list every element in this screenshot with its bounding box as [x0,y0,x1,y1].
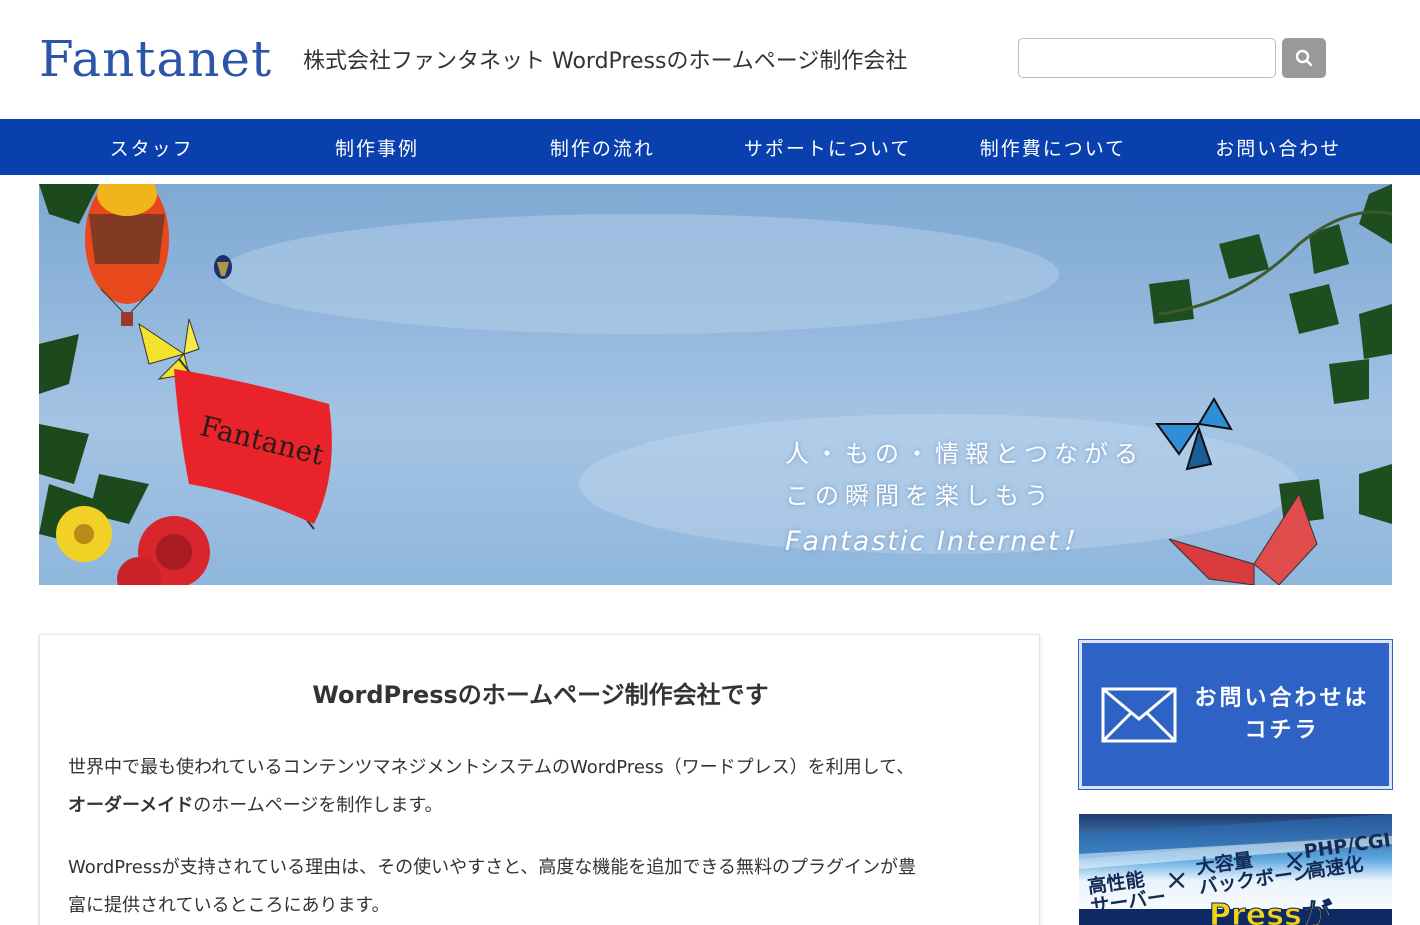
main-content-card: WordPressのホームページ制作会社です 世界中で最も使われているコンテンツ… [39,634,1040,925]
server-ad-banner[interactable]: 高性能 サーバー × 大容量 バックボーン × PHP/CGI 高速化 Pres… [1079,814,1392,925]
site-header: Fantanet 株式会社ファンタネット WordPressのホームページ制作会… [0,0,1420,119]
site-logo[interactable]: Fantanet [39,28,272,90]
yellow-butterfly-icon [138,318,200,380]
intro-paragraph-1-rest: のホームページを制作します。 [193,795,443,816]
contact-banner[interactable]: お問い合わせは コチラ [1078,639,1393,790]
search-input[interactable] [1018,38,1276,78]
server-banner-text-4: Pressが [1209,898,1333,925]
contact-banner-line2: コチラ [1244,718,1320,743]
server-banner-times-2: × [1283,843,1307,876]
hero-banner: Fantanet 人・もの・情報とつながる この瞬間を楽しもう Fantasti… [39,184,1392,585]
nav-item-works[interactable]: 制作事例 [264,119,489,175]
hero-illustration [39,184,1392,585]
nav-item-support[interactable]: サポートについて [715,119,940,175]
intro-paragraph-1-line2: オーダーメイドのホームページを制作します。 [68,787,1018,825]
mail-icon [1101,687,1177,743]
nav-item-contact[interactable]: お問い合わせ [1166,119,1391,175]
main-nav: スタッフ 制作事例 制作の流れ サポートについて 制作費について お問い合わせ [0,119,1420,175]
intro-paragraph-2: WordPressが支持されている理由は、その使いやすさと、高度な機能を追加でき… [68,849,1018,925]
hero-catchphrase-line3: Fantastic Internet！ [785,526,1090,557]
search-icon [1295,49,1313,67]
search-button[interactable] [1282,38,1326,78]
page-title: WordPressのホームページ制作会社です [312,681,769,709]
intro-paragraph-2-line1: WordPressが支持されている理由は、その使いやすさと、高度な機能を追加でき… [68,857,917,878]
site-tagline: 株式会社ファンタネット WordPressのホームページ制作会社 [303,49,908,74]
nav-item-pricing[interactable]: 制作費について [940,119,1165,175]
hero-catchphrase-line1: 人・もの・情報とつながる [785,440,1145,468]
intro-paragraph-1-line1: 世界中で最も使われているコンテンツマネジメントシステムのWordPress（ワー… [68,757,915,778]
hero-catchphrase-line2: この瞬間を楽しもう [785,482,1055,510]
intro-paragraph-2-line2: 富に提供されているところにあります。 [68,895,390,916]
nav-item-staff[interactable]: スタッフ [39,119,264,175]
contact-banner-line1: お問い合わせは [1194,686,1370,711]
flowers-icon [56,506,210,585]
server-banner-times-1: × [1165,863,1189,896]
intro-paragraph-1: 世界中で最も使われているコンテンツマネジメントシステムのWordPress（ワー… [68,749,1018,825]
contact-banner-text: お問い合わせは コチラ [1182,683,1382,747]
hot-air-balloon-icon [85,184,169,326]
order-made-emphasis: オーダーメイド [68,795,194,816]
nav-item-flow[interactable]: 制作の流れ [490,119,715,175]
